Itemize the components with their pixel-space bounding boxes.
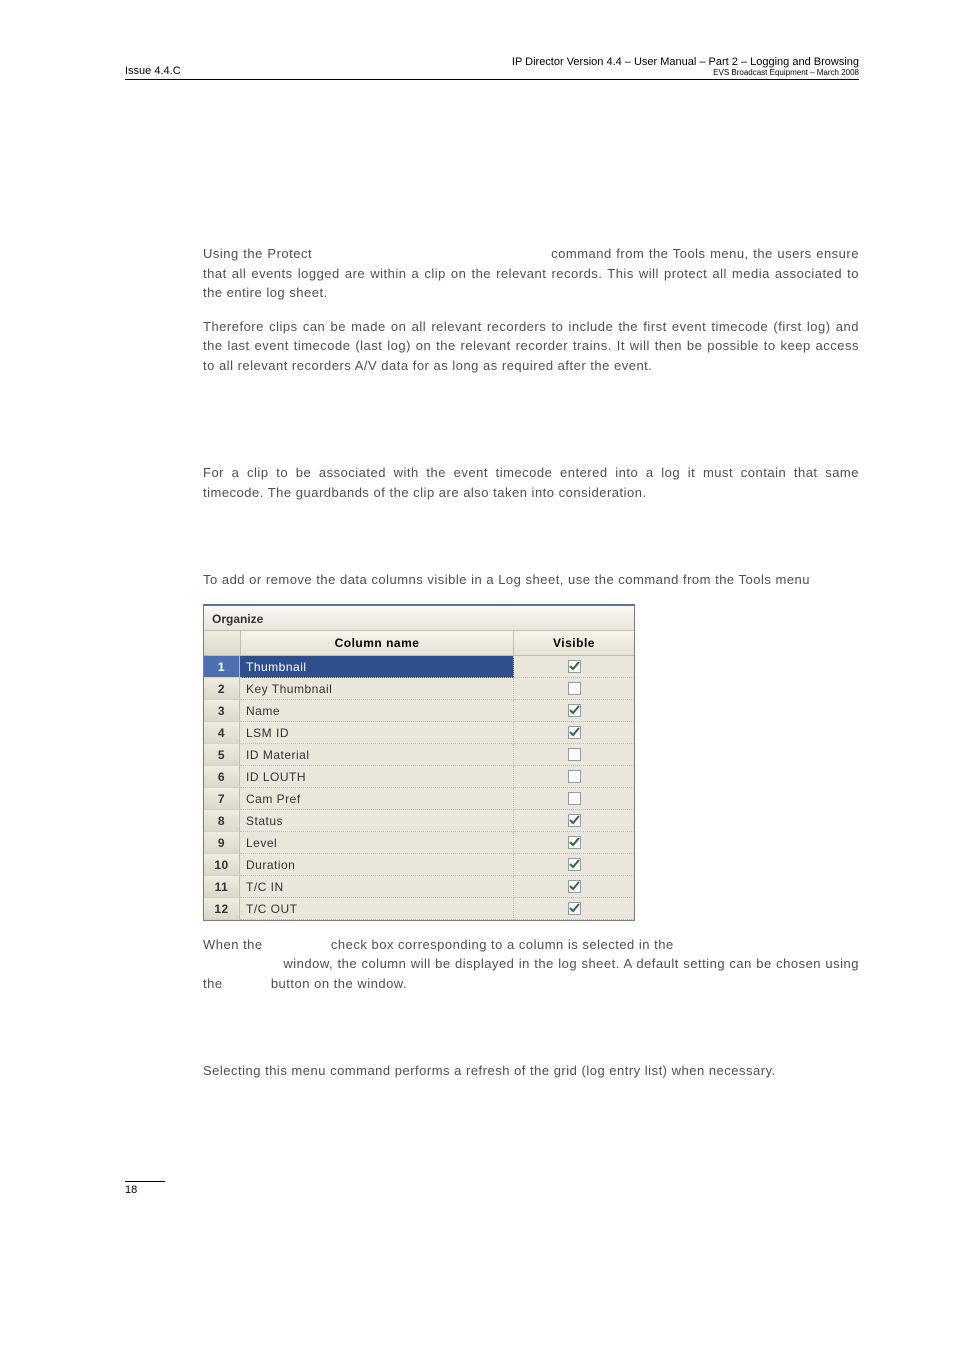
- paragraph-3: For a clip to be associated with the eve…: [203, 463, 859, 502]
- table-row[interactable]: 12T/C OUT: [204, 898, 634, 920]
- row-number[interactable]: 8: [204, 810, 240, 832]
- header-title: IP Director Version 4.4 – User Manual – …: [512, 56, 859, 68]
- column-name-cell[interactable]: Name: [240, 700, 514, 722]
- column-name-cell[interactable]: Cam Pref: [240, 788, 514, 810]
- rownum-header: [204, 631, 241, 655]
- visible-checkbox[interactable]: [568, 660, 581, 673]
- header-divider: [125, 79, 859, 80]
- column-name-cell[interactable]: ID LOUTH: [240, 766, 514, 788]
- visible-checkbox[interactable]: [568, 836, 581, 849]
- visible-cell: [514, 656, 634, 678]
- row-number[interactable]: 11: [204, 876, 240, 898]
- visible-cell: [514, 788, 634, 810]
- paragraph-2: Therefore clips can be made on all relev…: [203, 317, 859, 376]
- header-sub: EVS Broadcast Equipment – March 2008: [512, 68, 859, 77]
- page-number: 18: [125, 1184, 137, 1196]
- visible-checkbox[interactable]: [568, 858, 581, 871]
- column-name-cell[interactable]: ID Material: [240, 744, 514, 766]
- paragraph-4: To add or remove the data columns visibl…: [203, 570, 859, 590]
- table-row[interactable]: 3Name: [204, 700, 634, 722]
- visible-cell: [514, 810, 634, 832]
- visible-checkbox[interactable]: [568, 748, 581, 761]
- organize-title: Organize: [204, 606, 634, 631]
- table-row[interactable]: 5ID Material: [204, 744, 634, 766]
- visible-checkbox[interactable]: [568, 814, 581, 827]
- row-number[interactable]: 10: [204, 854, 240, 876]
- header-issue: Issue 4.4.C: [125, 65, 181, 77]
- visible-cell: [514, 700, 634, 722]
- visible-cell: [514, 678, 634, 700]
- column-name-cell[interactable]: Key Thumbnail: [240, 678, 514, 700]
- visible-checkbox[interactable]: [568, 770, 581, 783]
- row-number[interactable]: 9: [204, 832, 240, 854]
- visible-cell: [514, 766, 634, 788]
- row-number[interactable]: 3: [204, 700, 240, 722]
- visible-checkbox[interactable]: [568, 880, 581, 893]
- p5-a: When the: [203, 937, 263, 952]
- visible-checkbox[interactable]: [568, 792, 581, 805]
- column-name-cell[interactable]: T/C OUT: [240, 898, 514, 920]
- table-row[interactable]: 6ID LOUTH: [204, 766, 634, 788]
- table-row[interactable]: 8Status: [204, 810, 634, 832]
- row-number[interactable]: 5: [204, 744, 240, 766]
- visible-checkbox[interactable]: [568, 704, 581, 717]
- visible-checkbox[interactable]: [568, 682, 581, 695]
- table-row[interactable]: 7Cam Pref: [204, 788, 634, 810]
- visible-header[interactable]: Visible: [514, 631, 634, 655]
- row-number[interactable]: 2: [204, 678, 240, 700]
- row-number[interactable]: 12: [204, 898, 240, 920]
- row-number[interactable]: 1: [204, 656, 240, 678]
- column-name-cell[interactable]: Thumbnail: [240, 656, 514, 678]
- visible-cell: [514, 876, 634, 898]
- row-number[interactable]: 4: [204, 722, 240, 744]
- visible-checkbox[interactable]: [568, 726, 581, 739]
- row-number[interactable]: 6: [204, 766, 240, 788]
- column-name-cell[interactable]: Status: [240, 810, 514, 832]
- visible-checkbox[interactable]: [568, 902, 581, 915]
- paragraph-5: When the check box corresponding to a co…: [203, 935, 859, 994]
- table-row[interactable]: 4LSM ID: [204, 722, 634, 744]
- organize-window: Organize Column name Visible 1Thumbnail2…: [203, 604, 635, 921]
- row-number[interactable]: 7: [204, 788, 240, 810]
- column-name-cell[interactable]: T/C IN: [240, 876, 514, 898]
- paragraph-6: Selecting this menu command performs a r…: [203, 1061, 859, 1081]
- column-name-cell[interactable]: Duration: [240, 854, 514, 876]
- p5-b: check box corresponding to a column is s…: [331, 937, 674, 952]
- column-name-cell[interactable]: Level: [240, 832, 514, 854]
- table-row[interactable]: 10Duration: [204, 854, 634, 876]
- visible-cell: [514, 744, 634, 766]
- table-row[interactable]: 1Thumbnail: [204, 656, 634, 678]
- visible-cell: [514, 722, 634, 744]
- column-name-header[interactable]: Column name: [241, 631, 514, 655]
- visible-cell: [514, 832, 634, 854]
- table-row[interactable]: 9Level: [204, 832, 634, 854]
- p1-part-a: Using the Protect: [203, 246, 312, 261]
- table-row[interactable]: 2Key Thumbnail: [204, 678, 634, 700]
- paragraph-1: Using the Protect command from the Tools…: [203, 244, 859, 303]
- column-name-cell[interactable]: LSM ID: [240, 722, 514, 744]
- organize-header-row: Column name Visible: [204, 631, 634, 656]
- visible-cell: [514, 854, 634, 876]
- footer-divider: [125, 1181, 165, 1182]
- table-row[interactable]: 11T/C IN: [204, 876, 634, 898]
- p5-d: button on the window.: [271, 976, 407, 991]
- visible-cell: [514, 898, 634, 920]
